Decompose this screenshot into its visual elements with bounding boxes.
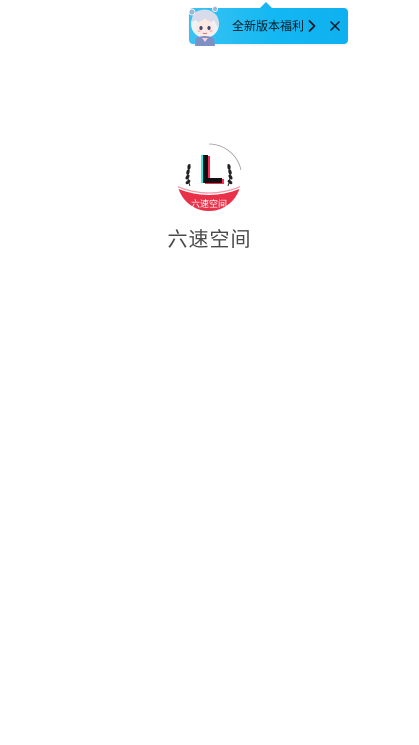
chevron-right-icon (308, 20, 316, 32)
app-logo: 六速空间 (177, 143, 242, 211)
promo-label: 全新版本福利 (232, 19, 305, 33)
logo-text: 六速空间 (191, 198, 227, 210)
app-name: 六速空间 (167, 227, 252, 251)
promo-banner[interactable]: 全新版本福利 (188, 2, 348, 46)
close-icon[interactable] (328, 19, 342, 33)
splash-screen: 全新版本福利 六速空间 六速空间 (0, 0, 419, 745)
promo-banner-pointer (260, 2, 272, 8)
mascot-icon (188, 6, 219, 46)
